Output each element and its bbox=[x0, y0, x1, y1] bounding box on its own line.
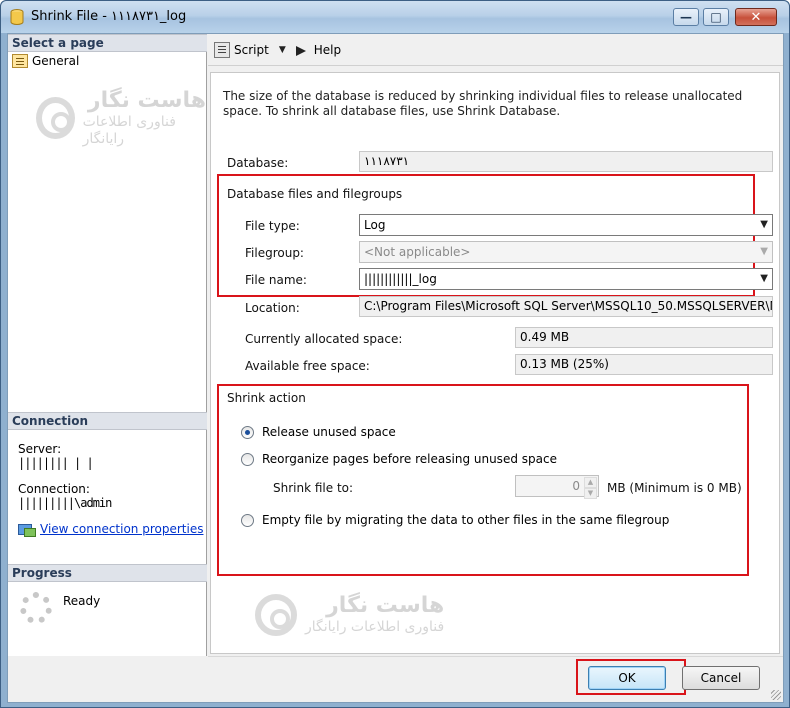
chevron-down-icon: ▼ bbox=[760, 273, 768, 284]
watermark-tagline: فناوری اطلاعات رایانگار bbox=[82, 114, 176, 148]
chevron-down-icon: ▼ bbox=[760, 246, 768, 257]
empty-file-option[interactable]: Empty file by migrating the data to othe… bbox=[241, 513, 669, 527]
page-icon bbox=[12, 54, 28, 68]
shrink-file-window: Shrink File - ۱۱۱۸۷۳۱_log — □ ✕ Select a… bbox=[0, 0, 790, 708]
empty-file-radio[interactable] bbox=[241, 513, 254, 527]
free-space-field: 0.13 MB (25%) bbox=[515, 354, 773, 375]
watermark-logo-icon bbox=[36, 96, 75, 139]
empty-file-option-label: Empty file by migrating the data to othe… bbox=[262, 513, 670, 527]
server-label: Server: bbox=[18, 442, 62, 456]
help-button[interactable]: Help bbox=[295, 42, 342, 57]
connection-properties-icon bbox=[18, 522, 36, 537]
location-field: C:\Program Files\Microsoft SQL Server\MS… bbox=[359, 296, 773, 317]
database-field: ۱۱۱۸۷۳۱ bbox=[359, 151, 773, 172]
allocated-space-label: Currently allocated space: bbox=[245, 332, 403, 346]
help-label: Help bbox=[313, 42, 342, 57]
maximize-icon: □ bbox=[710, 10, 722, 24]
close-icon: ✕ bbox=[750, 9, 762, 25]
release-option[interactable]: Release unused space bbox=[241, 425, 396, 439]
help-icon bbox=[295, 43, 310, 57]
reorganize-option-label: Reorganize pages before releasing unused… bbox=[262, 452, 557, 466]
minimize-icon: — bbox=[680, 10, 692, 24]
file-type-select[interactable]: Log ▼ bbox=[359, 214, 773, 236]
release-radio[interactable] bbox=[241, 425, 254, 439]
chevron-down-icon: ▼ bbox=[584, 488, 597, 499]
files-group-title: Database files and filegroups bbox=[227, 187, 403, 201]
progress-spinner-icon bbox=[20, 592, 52, 624]
progress-status: Ready bbox=[63, 594, 101, 608]
dialog-footer: OK Cancel bbox=[208, 656, 783, 702]
maximize-button[interactable]: □ bbox=[703, 8, 729, 26]
filegroup-value: <Not applicable> bbox=[364, 245, 471, 259]
shrink-action-highlight-box bbox=[217, 384, 749, 576]
stepper-buttons: ▲ ▼ bbox=[584, 477, 597, 499]
reorganize-option[interactable]: Reorganize pages before releasing unused… bbox=[241, 452, 557, 466]
file-name-label: File name: bbox=[245, 273, 307, 287]
script-label: Script bbox=[234, 42, 269, 57]
left-pane: Select a page General هاست نگار فناوری ا… bbox=[8, 34, 207, 656]
shrink-to-label: Shrink file to: bbox=[273, 481, 354, 495]
connection-value: |||||||||\admin bbox=[18, 496, 112, 510]
filegroup-select: <Not applicable> ▼ bbox=[359, 241, 773, 263]
script-button[interactable]: Script bbox=[214, 41, 269, 58]
file-name-select[interactable]: ||||||||||||_log ▼ bbox=[359, 268, 773, 290]
reorganize-radio[interactable] bbox=[241, 452, 254, 466]
page-general-label: General bbox=[32, 54, 80, 68]
watermark-name: هاست نگار bbox=[326, 593, 445, 618]
script-icon bbox=[214, 41, 230, 58]
watermark-logo-icon bbox=[255, 593, 297, 636]
shrink-to-value: 0 bbox=[572, 479, 580, 493]
cancel-button[interactable]: Cancel bbox=[682, 666, 760, 690]
file-type-label: File type: bbox=[245, 219, 300, 233]
watermark-tagline: فناوری اطلاعات رایانگار bbox=[305, 619, 445, 636]
server-value: |||||||| | | bbox=[18, 456, 94, 470]
watermark-name: هاست نگار bbox=[87, 88, 206, 113]
view-connection-properties[interactable]: View connection properties bbox=[18, 522, 203, 537]
description-text: The size of the database is reduced by s… bbox=[223, 89, 743, 118]
window-title: Shrink File - ۱۱۱۸۷۳۱_log bbox=[31, 9, 187, 24]
minimize-button[interactable]: — bbox=[673, 8, 699, 26]
connection-header: Connection bbox=[8, 412, 207, 430]
resize-grip-icon[interactable] bbox=[771, 690, 781, 700]
file-type-value: Log bbox=[364, 218, 386, 232]
database-icon bbox=[10, 9, 24, 25]
title-bar[interactable]: Shrink File - ۱۱۱۸۷۳۱_log — □ ✕ bbox=[1, 1, 789, 33]
ok-button[interactable]: OK bbox=[588, 666, 666, 690]
close-button[interactable]: ✕ bbox=[735, 8, 777, 26]
toolbar: Script ▼ Help bbox=[208, 34, 783, 66]
general-page-content: The size of the database is reduced by s… bbox=[210, 72, 780, 654]
database-label: Database: bbox=[227, 156, 289, 170]
filegroup-label: Filegroup: bbox=[245, 246, 304, 260]
chevron-down-icon: ▼ bbox=[760, 219, 768, 230]
view-connection-properties-link[interactable]: View connection properties bbox=[40, 522, 203, 536]
file-name-value: ||||||||||||_log bbox=[364, 272, 437, 286]
release-option-label: Release unused space bbox=[262, 425, 396, 439]
shrink-to-unit: MB (Minimum is 0 MB) bbox=[607, 481, 742, 495]
progress-header: Progress bbox=[8, 564, 207, 582]
location-label: Location: bbox=[245, 301, 300, 315]
allocated-space-field: 0.49 MB bbox=[515, 327, 773, 348]
watermark-top: هاست نگار فناوری اطلاعات رایانگار bbox=[36, 88, 206, 148]
connection-label: Connection: bbox=[18, 482, 90, 496]
free-space-label: Available free space: bbox=[245, 359, 370, 373]
chevron-up-icon: ▲ bbox=[584, 477, 597, 488]
shrink-action-title: Shrink action bbox=[227, 391, 306, 405]
dialog-client: Select a page General هاست نگار فناوری ا… bbox=[7, 33, 784, 703]
select-page-header: Select a page bbox=[8, 34, 207, 52]
page-general[interactable]: General bbox=[12, 54, 79, 68]
shrink-to-stepper: 0 ▲ ▼ bbox=[515, 475, 599, 499]
script-dropdown-arrow[interactable]: ▼ bbox=[279, 45, 286, 55]
watermark-bottom: هاست نگار فناوری اطلاعات رایانگار bbox=[255, 593, 444, 636]
